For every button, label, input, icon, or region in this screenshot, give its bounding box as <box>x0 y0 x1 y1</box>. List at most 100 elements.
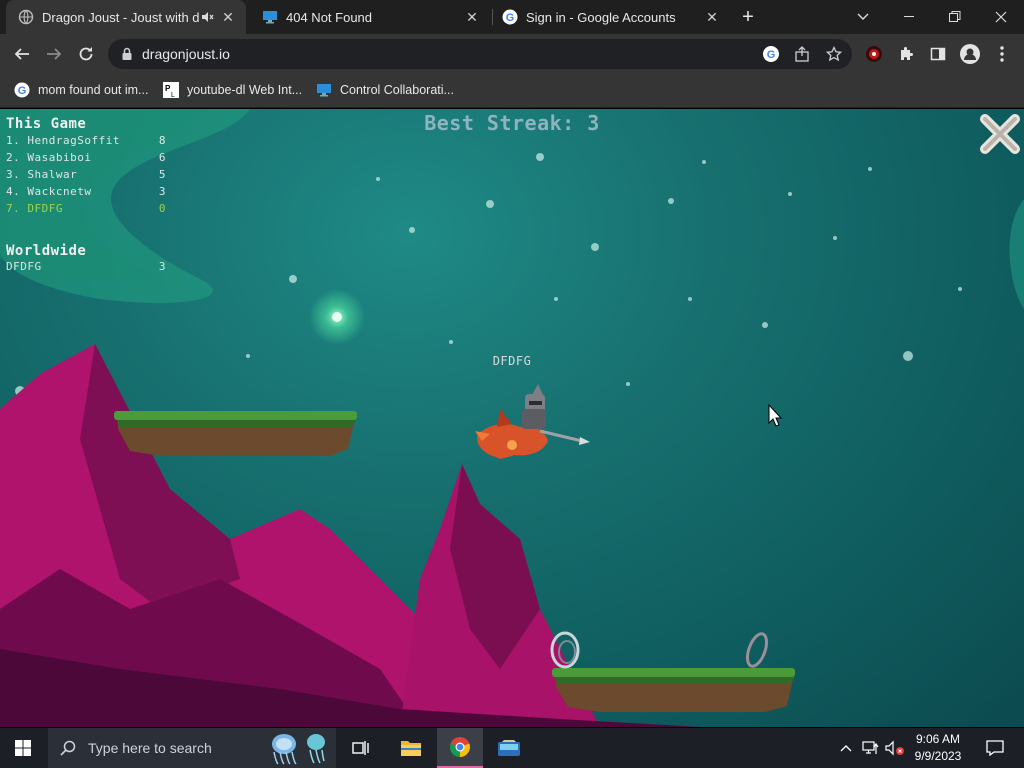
leaderboard-score: 0 <box>158 202 166 215</box>
forward-button[interactable] <box>38 38 70 70</box>
taskbar-search-box[interactable]: Type here to search <box>48 728 336 768</box>
speaker-mute-icon[interactable] <box>200 10 214 24</box>
pl-icon: PL <box>163 82 179 98</box>
tab-title: Sign in - Google Accounts <box>526 9 676 25</box>
folder-icon <box>401 741 421 756</box>
leaderboard-name: 7. DFDFG <box>6 202 63 215</box>
svg-text:G: G <box>506 12 515 24</box>
app-icon <box>498 740 520 756</box>
bookmark-item[interactable]: PL youtube-dl Web Int... <box>163 74 302 106</box>
tab-search-icon[interactable] <box>840 0 886 34</box>
tab-strip: Dragon Joust - Joust with dr ✕ 404 Not F… <box>0 0 1024 34</box>
svg-text:G: G <box>18 85 27 97</box>
leaderboard-name: 3. Shalwar <box>6 168 78 181</box>
game-canvas[interactable]: Best Streak: 3 This Game 1. HendragSoffi… <box>0 109 1024 727</box>
this-game-title: This Game <box>6 116 87 132</box>
platform <box>552 668 795 712</box>
pinned-app-button[interactable] <box>486 728 532 768</box>
leaderboard-row: 1. HendragSoffit 8 <box>6 134 166 147</box>
google-lens-icon[interactable]: G <box>762 45 780 63</box>
restore-button[interactable] <box>932 0 978 34</box>
forward-arrow-icon <box>47 48 62 60</box>
chrome-globe-icon <box>18 9 34 25</box>
tab-google-signin[interactable]: G Sign in - Google Accounts ✕ <box>490 0 730 34</box>
mouse-cursor-icon <box>768 403 783 427</box>
leaderboard-score: 3 <box>158 185 166 198</box>
bookmark-label: youtube-dl Web Int... <box>187 83 303 97</box>
windows-taskbar: Type here to search 9:06 AM 9/9/2023 <box>0 728 1024 768</box>
leaderboard-name: 2. Wasabiboi <box>6 151 92 164</box>
tab-dragon-joust[interactable]: Dragon Joust - Joust with dr ✕ <box>6 0 246 34</box>
google-icon: G <box>502 9 518 25</box>
bookmark-item[interactable]: G mom found out im... <box>14 74 148 106</box>
search-icon <box>60 740 76 756</box>
search-placeholder: Type here to search <box>88 740 212 756</box>
tab-404[interactable]: 404 Not Found ✕ <box>250 0 490 34</box>
task-view-icon <box>352 741 369 755</box>
leaderboard-name: 4. Wackcnetw <box>6 185 92 198</box>
portal-ring <box>745 632 769 668</box>
close-icon[interactable]: ✕ <box>464 9 480 25</box>
browser-toolbar: dragonjoust.io G <box>0 34 1024 74</box>
player-dragon-knight <box>475 384 590 459</box>
bookmark-label: Control Collaborati... <box>340 83 454 97</box>
volume-muted-icon[interactable] <box>884 728 906 768</box>
leaderboard-score: 6 <box>158 151 166 164</box>
leaderboard-name: DFDFG <box>6 260 42 273</box>
back-arrow-icon <box>14 48 29 60</box>
chrome-icon <box>450 737 470 757</box>
svg-text:L: L <box>171 92 175 98</box>
leaderboard-score: 8 <box>158 134 166 147</box>
url-text[interactable]: dragonjoust.io <box>142 46 230 62</box>
taskbar-clock[interactable]: 9:06 AM 9/9/2023 <box>908 730 968 766</box>
jellyfish-search-highlight-icon <box>272 734 325 765</box>
show-hidden-icons-button[interactable] <box>836 728 856 768</box>
leaderboard-name: 1. HendragSoffit <box>6 134 120 147</box>
tab-title: Dragon Joust - Joust with dr <box>42 9 200 25</box>
close-icon[interactable]: ✕ <box>220 9 236 25</box>
notifications-button[interactable] <box>972 728 1018 768</box>
chrome-taskbar-button[interactable] <box>437 728 483 768</box>
notification-icon <box>986 740 1004 756</box>
worldwide-title: Worldwide <box>6 243 87 259</box>
monitor-icon <box>317 84 331 97</box>
network-icon[interactable] <box>860 728 882 768</box>
start-button[interactable] <box>0 728 46 768</box>
leaderboard-row: 2. Wasabiboi 6 <box>6 151 166 164</box>
bookmark-label: mom found out im... <box>38 83 149 97</box>
close-icon[interactable]: ✕ <box>704 9 720 25</box>
clock-date: 9/9/2023 <box>914 749 962 763</box>
back-button[interactable] <box>6 38 38 70</box>
share-icon[interactable] <box>794 46 810 62</box>
leaderboard-row: 3. Shalwar 5 <box>6 168 166 181</box>
minimize-button[interactable] <box>886 0 932 34</box>
player-name-tag: DFDFG <box>492 354 532 368</box>
address-bar[interactable]: dragonjoust.io G <box>108 39 852 69</box>
leaderboard-row: 4. Wackcnetw 3 <box>6 185 166 198</box>
side-panel-icon[interactable] <box>922 38 954 70</box>
best-streak: Best Streak: 3 <box>424 111 600 135</box>
lock-icon[interactable] <box>120 47 134 61</box>
tab-title: 404 Not Found <box>286 9 373 25</box>
platform <box>114 411 357 456</box>
leaderboard-score: 5 <box>158 168 166 181</box>
monitor-icon <box>263 11 277 24</box>
bookmark-star-icon[interactable] <box>826 46 842 62</box>
menu-kebab-icon[interactable] <box>986 38 1018 70</box>
new-tab-button[interactable]: + <box>730 0 766 34</box>
reload-icon <box>79 47 93 61</box>
svg-text:G: G <box>767 49 776 61</box>
task-view-button[interactable] <box>338 728 384 768</box>
profile-avatar-icon[interactable] <box>954 38 986 70</box>
reload-button[interactable] <box>70 38 102 70</box>
window-close-button[interactable] <box>978 0 1024 34</box>
leaderboard-row: DFDFG 3 <box>6 260 166 273</box>
bookmark-item[interactable]: Control Collaborati... <box>316 74 454 106</box>
bookmarks-bar: G mom found out im... PL youtube-dl Web … <box>0 74 1024 108</box>
file-explorer-button[interactable] <box>388 728 434 768</box>
leaderboard-score: 3 <box>158 260 166 273</box>
puzzle-extensions-icon[interactable] <box>890 38 922 70</box>
extension-icon[interactable] <box>858 38 890 70</box>
clock-time: 9:06 AM <box>915 732 961 746</box>
windows-logo-icon <box>15 740 31 756</box>
